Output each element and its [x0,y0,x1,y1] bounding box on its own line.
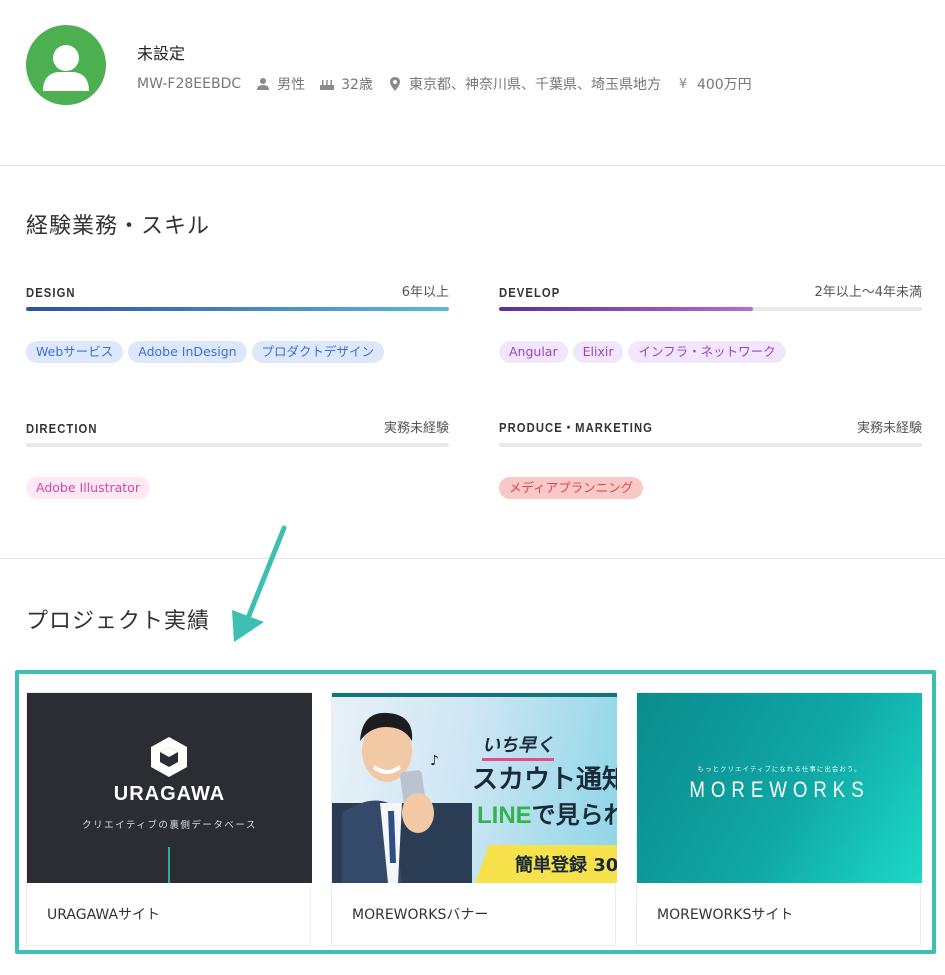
location-text: 東京都、神奈川県、千葉県、埼玉県地方 [408,77,661,93]
projects-title: プロジェクト実績 [26,609,211,634]
skill-progress-fill [499,307,753,311]
project-title[interactable]: URAGAWAサイト [47,904,160,924]
moreworks-logo-text: MOREWORKS [689,777,870,802]
skill-tag[interactable]: メディアプランニング [499,477,644,499]
skill-category-design: DESIGN 6年以上 [26,280,449,311]
category-name: DESIGN [26,286,76,300]
skill-category-produce-marketing: PRODUCE・MARKETING 実務未経験 [499,416,922,447]
yen-icon: ¥ [678,76,688,92]
businessman-photo-icon: ♪ [332,712,472,883]
project-card[interactable]: もっとクリエイティブになれる仕事に出会おう。 MOREWORKS MOREWOR… [636,692,922,946]
divider [0,165,945,166]
location-item: 東京都、神奈川県、千葉県、埼玉県地方 [387,74,661,94]
skills-title: 経験業務・スキル [26,214,211,239]
uragawa-tagline: クリエイティブの裏側データベース [82,820,257,831]
profile-name: 未設定 [137,44,186,63]
tags-design: Webサービス Adobe InDesign プロダクトデザイン [26,341,385,363]
banner-headline-2: スカウト通知 [472,765,617,795]
skill-tag[interactable]: Webサービス [26,341,124,363]
skill-category-direction: DIRECTION 実務未経験 [26,416,449,447]
project-thumbnail[interactable]: もっとクリエイティブになれる仕事に出会おう。 MOREWORKS [637,693,922,883]
category-level: 2年以上〜4年未満 [814,285,922,300]
moreworks-tagline: もっとクリエイティブになれる仕事に出会おう。 [697,765,862,773]
age-item: 32歳 [319,74,373,94]
skill-category-develop: DEVELOP 2年以上〜4年未満 [499,280,922,311]
svg-text:♪: ♪ [430,753,439,769]
category-level: 実務未経験 [383,421,449,436]
divider [0,558,945,559]
skill-progress-fill [26,307,449,311]
project-thumbnail[interactable]: URAGAWA クリエイティブの裏側データベース [27,693,312,883]
skill-progress-bar [499,443,922,447]
line-word: LINE [477,802,532,829]
uragawa-logo-icon [151,737,187,777]
banner-headline-3-rest: で見られ [531,801,617,829]
cake-icon [319,76,335,92]
skill-tag[interactable]: Angular [499,341,568,363]
category-level: 実務未経験 [856,421,922,436]
map-pin-icon [387,76,403,92]
tags-develop: Angular Elixir インフラ・ネットワーク [499,341,786,363]
category-level: 6年以上 [401,285,449,300]
uragawa-logo-text: URAGAWA [113,783,226,805]
salary-item: ¥ 400万円 [675,74,752,94]
project-title[interactable]: MOREWORKSサイト [657,904,793,924]
gender-text: 男性 [277,77,306,93]
gender-item: 男性 [255,74,305,94]
category-name: DEVELOP [499,286,561,300]
profile-meta: MW-F28EEBDC 男性 32歳 東京都、神奈川県、千葉県、埼玉県地方 ¥ … [137,74,766,94]
annotation-arrow-icon [232,525,287,642]
skill-tag[interactable]: インフラ・ネットワーク [628,341,786,363]
salary-text: 400万円 [696,77,752,93]
banner-register-text: 簡単登録 30 [515,855,617,876]
project-card[interactable]: URAGAWA クリエイティブの裏側データベース URAGAWAサイト [26,692,312,946]
user-silhouette-icon [43,45,89,91]
project-thumbnail[interactable]: ♪ いち早く スカウト通知 LINEで見られ 簡単登録 30 [332,693,617,883]
skill-tag[interactable]: Adobe Illustrator [26,477,150,499]
skill-progress-bar [26,443,449,447]
project-card[interactable]: ♪ いち早く スカウト通知 LINEで見られ 簡単登録 30 MOREWORKS… [331,692,617,946]
skill-tag[interactable]: Adobe InDesign [128,341,247,363]
age-text: 32歳 [341,77,373,93]
person-icon [255,76,271,92]
skill-tag[interactable]: Elixir [572,341,624,363]
project-title[interactable]: MOREWORKSバナー [352,904,488,924]
tags-direction: Adobe Illustrator [26,477,150,499]
tags-produce-marketing: メディアプランニング [499,477,644,499]
banner-headline-3: LINEで見られ [477,795,617,830]
skill-tag[interactable]: プロダクトデザイン [251,341,385,363]
category-name: DIRECTION [26,422,98,436]
banner-headline-1: いち早く [482,731,554,761]
accent-line [168,847,170,883]
category-name: PRODUCE・MARKETING [499,421,653,435]
skill-progress-bar [26,307,449,311]
skill-progress-bar [499,307,922,311]
profile-id: MW-F28EEBDC [137,76,242,92]
avatar [26,25,106,105]
